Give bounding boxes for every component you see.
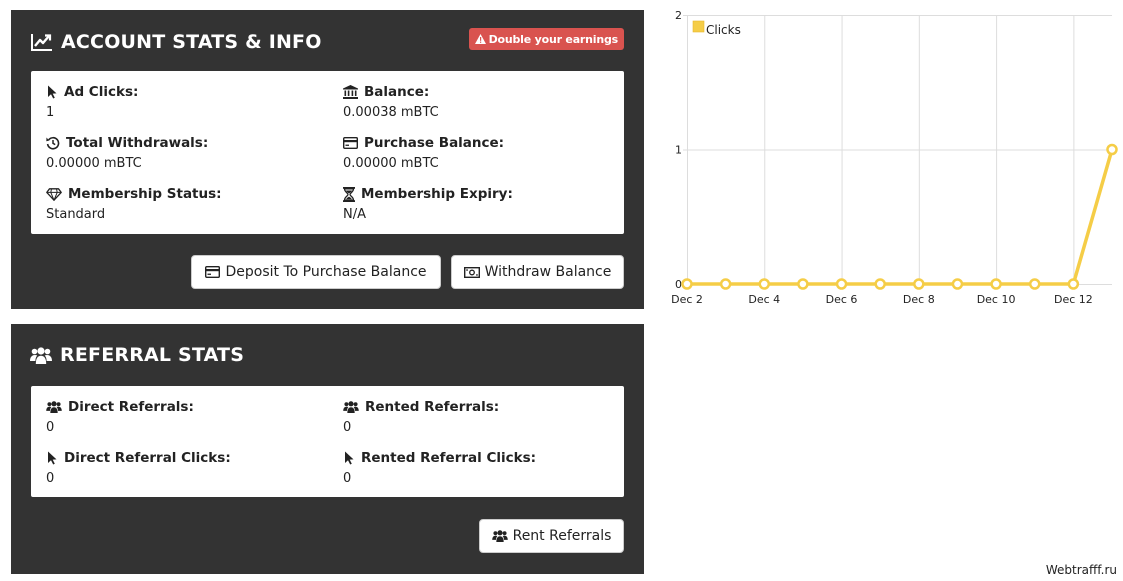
referral-stats-panel: REFERRAL STATS Direct Referrals: 0 Rente… — [11, 324, 644, 574]
data-point — [758, 278, 771, 290]
history-icon — [46, 136, 60, 150]
stat-balance: Balance: 0.00038 mBTC — [343, 83, 623, 121]
stat-direct-referrals: Direct Referrals: 0 — [46, 398, 326, 436]
stat-value: 0 — [46, 471, 55, 486]
stat-label: Rented Referrals: — [365, 399, 500, 415]
deposit-button-label: Deposit To Purchase Balance — [225, 264, 427, 280]
stat-rented-referrals: Rented Referrals: 0 — [343, 398, 623, 436]
stat-ad-clicks: Ad Clicks: 1 — [46, 83, 326, 121]
hourglass-icon — [343, 186, 355, 202]
chart-y-ticks: 0 1 2 — [675, 9, 682, 291]
stat-label: Membership Expiry: — [361, 186, 513, 202]
money-bill-icon — [463, 266, 480, 278]
stat-label: Total Withdrawals: — [66, 135, 209, 151]
legend-label: Clicks — [706, 23, 741, 37]
data-point — [874, 278, 886, 290]
y-tick-label: 0 — [675, 278, 682, 291]
y-tick-label: 1 — [675, 144, 682, 157]
stat-label: Rented Referral Clicks: — [361, 450, 537, 466]
credit-card-icon — [343, 137, 358, 149]
cursor-icon — [345, 451, 354, 465]
stat-value: 0.00000 mBTC — [343, 156, 439, 171]
stat-label: Balance: — [364, 84, 430, 100]
stat-direct-referral-clicks: Direct Referral Clicks: 0 — [46, 449, 326, 487]
chart-grid — [683, 15, 1112, 288]
stat-label: Membership Status: — [68, 186, 222, 202]
series-line — [687, 149, 1114, 286]
stat-value: Standard — [46, 207, 106, 222]
clicks-chart: 0 1 2 Dec 2 Dec 4 Dec 6 Dec 8 Dec 10 Dec 12 Cli… — [671, 9, 1118, 306]
data-point — [1067, 278, 1080, 290]
rent-referrals-button[interactable]: Rent Referrals — [479, 519, 624, 553]
account-stats-title-text: ACCOUNT STATS & INFO — [61, 31, 322, 53]
stat-value: 0.00000 mBTC — [46, 156, 142, 171]
stat-value: 0 — [343, 420, 352, 435]
stat-value: N/A — [343, 207, 366, 222]
x-tick-label: Dec 2 — [671, 293, 703, 306]
data-point — [835, 278, 848, 290]
data-point — [913, 278, 925, 290]
y-tick-label: 2 — [675, 9, 682, 22]
line-chart-icon — [31, 34, 52, 51]
account-stats-box: Ad Clicks: 1 Balance: 0.00038 mBTC Total… — [31, 71, 624, 234]
withdraw-button-label: Withdraw Balance — [484, 264, 612, 280]
stat-total-withdrawals: Total Withdrawals: 0.00000 mBTC — [46, 134, 326, 172]
stat-label: Direct Referrals: — [68, 399, 194, 415]
users-icon — [491, 530, 508, 542]
users-icon — [343, 401, 359, 413]
cursor-icon — [48, 451, 57, 465]
stat-value: 0.00038 mBTC — [343, 105, 439, 120]
stat-rented-referral-clicks: Rented Referral Clicks: 0 — [343, 449, 623, 487]
warning-icon — [474, 34, 486, 44]
stat-membership-status: Membership Status: Standard — [46, 185, 326, 223]
referral-stats-title-text: REFERRAL STATS — [60, 344, 245, 366]
data-point — [719, 278, 732, 290]
referral-stats-title: REFERRAL STATS — [30, 342, 244, 368]
x-tick-label: Dec 10 — [977, 293, 1016, 306]
credit-card-icon — [205, 266, 221, 278]
chart-x-ticks: Dec 2 Dec 4 Dec 6 Dec 8 Dec 10 Dec 12 — [671, 293, 1093, 306]
data-point — [797, 278, 809, 290]
double-earnings-badge[interactable]: Double your earnings — [468, 28, 624, 50]
users-icon — [46, 401, 62, 413]
account-stats-title: ACCOUNT STATS & INFO — [31, 29, 322, 55]
withdraw-balance-button[interactable]: Withdraw Balance — [451, 255, 624, 289]
stat-label: Purchase Balance: — [364, 135, 505, 151]
stat-label: Direct Referral Clicks: — [64, 450, 231, 466]
data-point — [951, 278, 964, 290]
chart-legend: Clicks — [692, 20, 741, 37]
diamond-icon — [46, 187, 62, 201]
account-stats-panel: ACCOUNT STATS & INFO Double your earning… — [11, 10, 644, 309]
deposit-purchase-balance-button[interactable]: Deposit To Purchase Balance — [191, 255, 441, 289]
referral-stats-box: Direct Referrals: 0 Rented Referrals: 0 … — [31, 386, 624, 497]
watermark: Webtrafff.ru — [1045, 563, 1117, 577]
cursor-icon — [48, 85, 57, 99]
data-point — [681, 278, 693, 290]
stat-value: 0 — [343, 471, 352, 486]
stat-value: 0 — [46, 420, 55, 435]
users-icon — [30, 346, 52, 364]
legend-swatch — [692, 20, 705, 33]
data-point — [990, 278, 1002, 290]
stat-membership-expiry: Membership Expiry: N/A — [343, 185, 623, 223]
x-tick-label: Dec 12 — [1054, 293, 1093, 306]
bank-icon — [343, 85, 358, 99]
stat-value: 1 — [46, 105, 55, 120]
rent-referrals-label: Rent Referrals — [512, 528, 612, 544]
double-earnings-text: Double your earnings — [488, 32, 619, 46]
stat-purchase-balance: Purchase Balance: 0.00000 mBTC — [343, 134, 623, 172]
data-point — [1028, 278, 1041, 290]
x-tick-label: Dec 6 — [826, 293, 858, 306]
data-point — [1106, 143, 1118, 156]
x-tick-label: Dec 8 — [903, 293, 935, 306]
chart-series — [681, 143, 1118, 290]
stat-label: Ad Clicks: — [64, 84, 139, 100]
x-tick-label: Dec 4 — [748, 293, 780, 306]
